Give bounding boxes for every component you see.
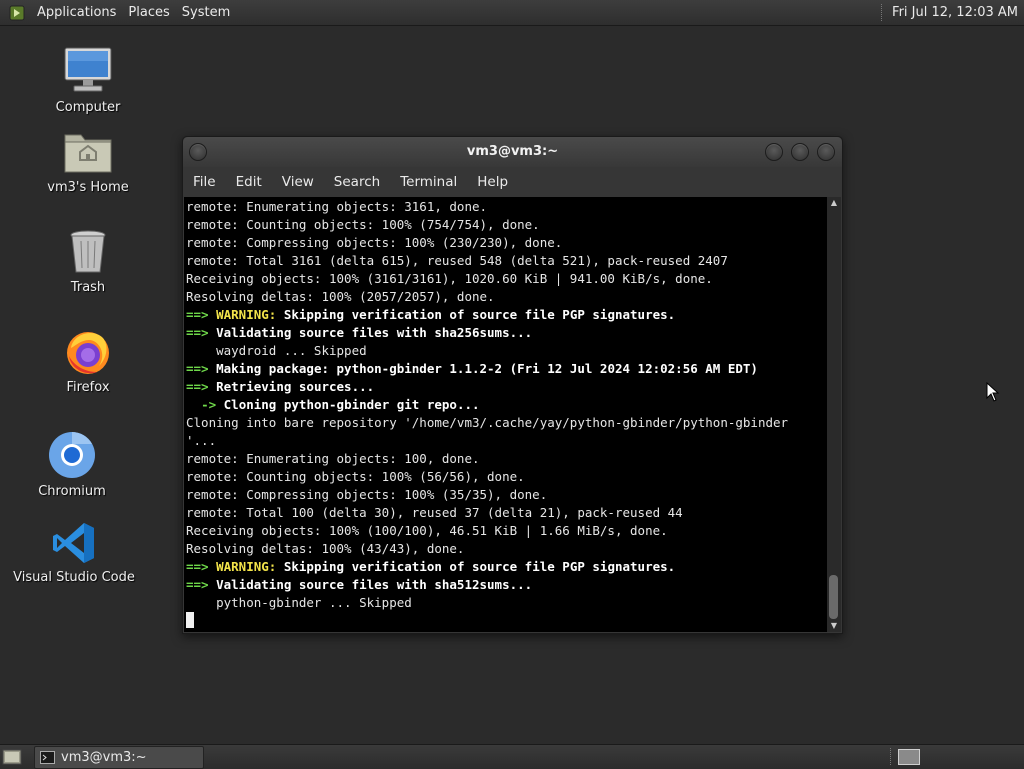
terminal-line: remote: Total 3161 (delta 615), reused 5… [186,253,728,268]
terminal-line: ==> WARNING: Skipping verification of so… [186,307,676,322]
terminal-line: '... [186,433,217,448]
applications-menu[interactable]: Applications [31,5,122,20]
terminal-icon [40,751,55,764]
terminal-cursor [186,612,194,628]
computer-icon [64,47,112,92]
terminal-line: ==> Validating source files with sha512s… [186,577,533,592]
firefox-icon [67,332,109,374]
terminal-line: python-gbinder ... Skipped [186,595,412,610]
desktop-icon-label: Firefox [66,380,110,395]
taskbar-item-label: vm3@vm3:~ [61,750,147,765]
places-menu[interactable]: Places [122,5,175,20]
desktop-icon-chromium[interactable]: Chromium [17,430,127,499]
terminal-output[interactable]: remote: Enumerating objects: 3161, done.… [184,197,827,632]
bottom-panel: vm3@vm3:~ [0,744,1024,769]
scrollbar-thumb[interactable] [829,575,838,619]
menu-terminal[interactable]: Terminal [390,174,467,190]
terminal-menubar: File Edit View Search Terminal Help [183,167,842,197]
desktop-icon-label: vm3's Home [47,180,129,195]
terminal-line: ==> Retrieving sources... [186,379,375,394]
terminal-line: Resolving deltas: 100% (43/43), done. [186,541,465,556]
terminal-line: Receiving objects: 100% (3161/3161), 102… [186,271,713,286]
terminal-line: remote: Total 100 (delta 30), reused 37 … [186,505,683,520]
top-panel: Applications Places System Fri Jul 12, 1… [0,0,1024,26]
menu-edit[interactable]: Edit [226,174,272,190]
terminal-line: remote: Enumerating objects: 100, done. [186,451,480,466]
terminal-line: -> Cloning python-gbinder git repo... [201,397,480,412]
panel-grip [890,748,893,765]
taskbar-item-terminal[interactable]: vm3@vm3:~ [34,746,204,769]
desktop-icon-label: Chromium [38,484,106,499]
clock-area: Fri Jul 12, 12:03 AM [881,0,1024,25]
mouse-pointer-icon [986,382,1000,402]
close-button[interactable] [817,143,835,161]
menu-help[interactable]: Help [467,174,518,190]
terminal-line: remote: Compressing objects: 100% (230/2… [186,235,563,250]
terminal-line: ==> WARNING: Skipping verification of so… [186,559,676,574]
menu-file[interactable]: File [183,174,226,190]
terminal-scrollbar[interactable]: ▲ ▼ [827,197,841,632]
applications-menu-icon[interactable] [9,5,25,21]
desktop-icon-trash[interactable]: Trash [33,228,143,295]
vscode-icon [53,523,94,563]
desktop-icon-home[interactable]: vm3's Home [33,126,143,195]
terminal-line: waydroid ... Skipped [186,343,367,358]
clock[interactable]: Fri Jul 12, 12:03 AM [884,5,1024,20]
minimize-button[interactable] [765,143,783,161]
terminal-line: Cloning into bare repository '/home/vm3/… [186,415,789,430]
workspace-switcher[interactable] [898,749,920,765]
desktop-icon-label: Computer [55,100,121,115]
terminal-line: ==> Validating source files with sha256s… [186,325,533,340]
system-menu[interactable]: System [176,5,236,20]
home-folder-icon [64,134,112,173]
desktop-icon-vscode[interactable]: Visual Studio Code [13,520,135,585]
terminal-line: Resolving deltas: 100% (2057/2057), done… [186,289,495,304]
trash-icon [70,230,106,273]
desktop-icon-label: Visual Studio Code [13,570,135,585]
scroll-down-arrow-icon[interactable]: ▼ [827,620,841,632]
desktop-icon-label: Trash [70,280,106,295]
desktop-icon-computer[interactable]: Computer [33,44,143,115]
terminal-lines: remote: Enumerating objects: 3161, done.… [186,198,788,612]
menu-search[interactable]: Search [324,174,390,190]
terminal-line: ==> Making package: python-gbinder 1.1.2… [186,361,758,376]
terminal-line: remote: Compressing objects: 100% (35/35… [186,487,548,502]
terminal-line: remote: Counting objects: 100% (56/56), … [186,469,525,484]
desktop-icon-firefox[interactable]: Firefox [33,326,143,395]
terminal-window[interactable]: vm3@vm3:~ File Edit View Search Terminal… [182,136,843,634]
window-titlebar[interactable]: vm3@vm3:~ [183,137,842,167]
terminal-line: Receiving objects: 100% (100/100), 46.51… [186,523,668,538]
scroll-up-arrow-icon[interactable]: ▲ [827,197,841,209]
maximize-button[interactable] [791,143,809,161]
menu-view[interactable]: View [272,174,324,190]
terminal-line: remote: Counting objects: 100% (754/754)… [186,217,540,232]
window-title: vm3@vm3:~ [466,144,559,159]
show-desktop-icon[interactable] [2,748,22,766]
terminal-line: remote: Enumerating objects: 3161, done. [186,199,488,214]
chromium-icon [49,432,95,478]
